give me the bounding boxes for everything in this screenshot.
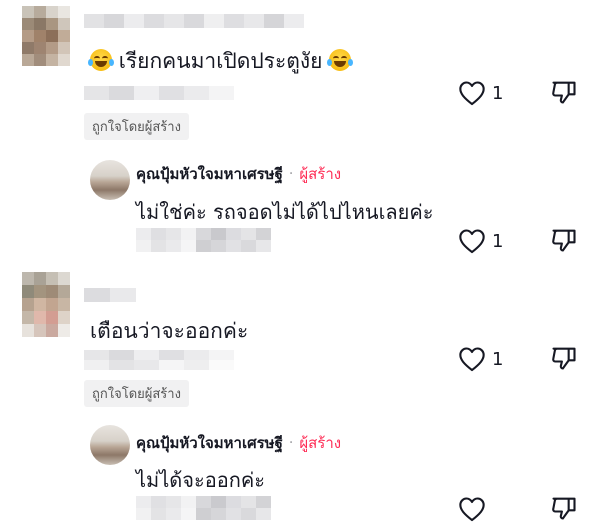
heart-outline-icon: [459, 229, 485, 254]
comment-timestamp-blurred: [84, 350, 234, 370]
reply-header: คุณปุ้มหัวใจมหาเศรษฐี · ผู้สร้าง: [136, 431, 341, 455]
thumbs-down-outline-icon: [552, 229, 576, 252]
reply-text: ไม่ได้จะออกค่ะ: [136, 468, 266, 492]
reply-dislike-button[interactable]: [550, 494, 578, 526]
dislike-button[interactable]: [550, 344, 578, 376]
dislike-button[interactable]: [550, 78, 578, 110]
like-button[interactable]: 1: [458, 346, 503, 372]
comment-text: เรียกคนมาเปิดประตูงัย: [88, 45, 354, 78]
separator-dot: ·: [288, 435, 294, 451]
creator-tag: ผู้สร้าง: [299, 434, 342, 452]
reply-timestamp-blurred: [136, 496, 271, 520]
liked-by-creator-badge: ถูกใจโดยผู้สร้าง: [84, 113, 189, 140]
like-count: 1: [492, 82, 504, 104]
laughing-tears-emoji-icon: [327, 49, 354, 71]
creator-avatar[interactable]: [90, 160, 130, 200]
heart-outline-icon: [459, 497, 485, 522]
separator-dot: ·: [288, 166, 294, 182]
reply-header: คุณปุ้มหัวใจมหาเศรษฐี · ผู้สร้าง: [136, 162, 341, 186]
commenter-avatar-blurred[interactable]: [22, 272, 70, 337]
like-count: 1: [492, 348, 504, 370]
creator-name[interactable]: คุณปุ้มหัวใจมหาเศรษฐี: [136, 431, 283, 455]
heart-outline-icon: [459, 81, 485, 106]
commenter-name-blurred[interactable]: [84, 14, 304, 28]
thumbs-down-outline-icon: [552, 347, 576, 370]
reply-timestamp-blurred: [136, 228, 271, 252]
creator-name[interactable]: คุณปุ้มหัวใจมหาเศรษฐี: [136, 162, 283, 186]
reply-like-button[interactable]: [458, 496, 492, 522]
liked-by-creator-badge: ถูกใจโดยผู้สร้าง: [84, 380, 189, 407]
thumbs-down-outline-icon: [552, 81, 576, 104]
comment-body: เตือนว่าจะออกค่ะ: [90, 319, 249, 343]
reply-like-button[interactable]: 1: [458, 228, 503, 254]
laughing-tears-emoji-icon: [88, 49, 114, 71]
reply-like-count: 1: [492, 230, 504, 252]
heart-outline-icon: [459, 347, 485, 372]
reply-dislike-button[interactable]: [550, 226, 578, 258]
creator-avatar[interactable]: [90, 425, 130, 465]
comment-timestamp-blurred: [84, 86, 234, 100]
thumbs-down-outline-icon: [552, 497, 576, 520]
comment-body: เรียกคนมาเปิดประตูงัย: [118, 49, 323, 73]
commenter-name-blurred[interactable]: [84, 288, 136, 302]
commenter-avatar-blurred[interactable]: [22, 6, 70, 66]
reply-text: ไม่ใช่ค่ะ รถจอดไม่ได้ไปไหนเลยค่ะ: [136, 200, 434, 224]
creator-tag: ผู้สร้าง: [299, 165, 342, 183]
like-button[interactable]: 1: [458, 80, 503, 106]
